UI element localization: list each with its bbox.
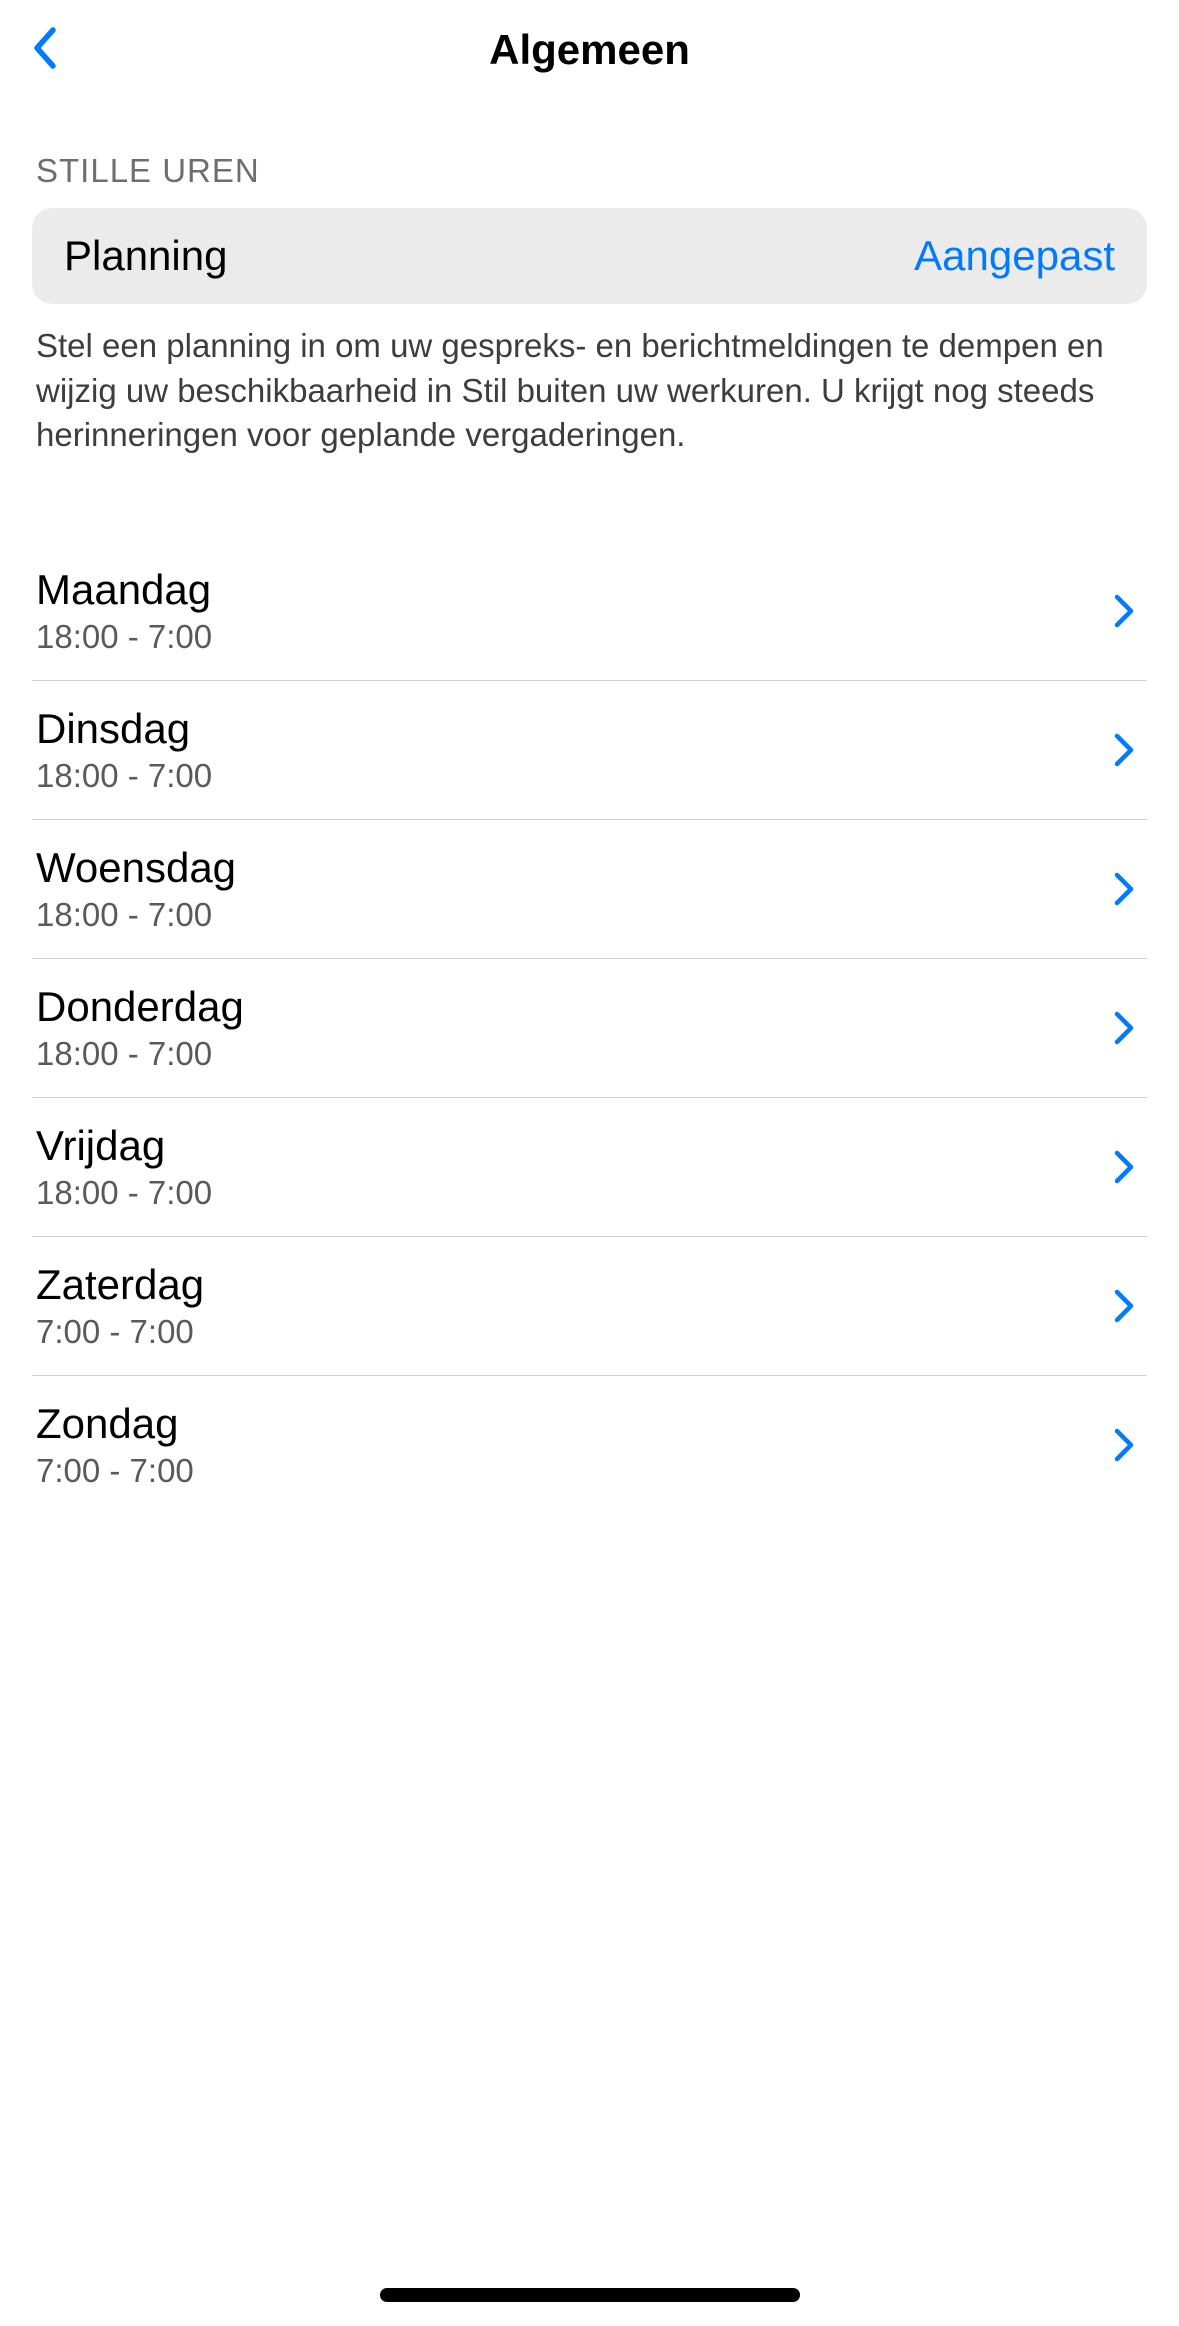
home-indicator — [380, 2288, 800, 2302]
day-row-tuesday[interactable]: Dinsdag 18:00 - 7:00 — [32, 681, 1147, 820]
day-info: Zondag 7:00 - 7:00 — [36, 1400, 194, 1490]
header: Algemeen — [0, 0, 1179, 100]
day-row-wednesday[interactable]: Woensdag 18:00 - 7:00 — [32, 820, 1147, 959]
day-name: Dinsdag — [36, 705, 212, 753]
day-info: Zaterdag 7:00 - 7:00 — [36, 1261, 204, 1351]
day-row-monday[interactable]: Maandag 18:00 - 7:00 — [32, 542, 1147, 681]
day-name: Donderdag — [36, 983, 244, 1031]
day-time: 18:00 - 7:00 — [36, 1035, 244, 1073]
back-button[interactable] — [24, 28, 68, 72]
day-name: Vrijdag — [36, 1122, 212, 1170]
chevron-left-icon — [31, 26, 61, 75]
section-description: Stel een planning in om uw gespreks- en … — [36, 324, 1107, 458]
days-list: Maandag 18:00 - 7:00 Dinsdag 18:00 - 7:0… — [32, 542, 1147, 1514]
page-title: Algemeen — [489, 26, 690, 74]
day-row-thursday[interactable]: Donderdag 18:00 - 7:00 — [32, 959, 1147, 1098]
day-name: Maandag — [36, 566, 212, 614]
day-time: 18:00 - 7:00 — [36, 896, 236, 934]
day-info: Maandag 18:00 - 7:00 — [36, 566, 212, 656]
day-time: 18:00 - 7:00 — [36, 1174, 212, 1212]
day-time: 18:00 - 7:00 — [36, 618, 212, 656]
day-name: Woensdag — [36, 844, 236, 892]
chevron-right-icon — [1113, 1010, 1135, 1046]
chevron-right-icon — [1113, 1149, 1135, 1185]
day-name: Zaterdag — [36, 1261, 204, 1309]
day-info: Donderdag 18:00 - 7:00 — [36, 983, 244, 1073]
section-header: STILLE UREN — [36, 152, 1147, 190]
day-info: Woensdag 18:00 - 7:00 — [36, 844, 236, 934]
day-name: Zondag — [36, 1400, 194, 1448]
planning-label: Planning — [64, 232, 227, 280]
chevron-right-icon — [1113, 1427, 1135, 1463]
chevron-right-icon — [1113, 593, 1135, 629]
chevron-right-icon — [1113, 1288, 1135, 1324]
day-row-saturday[interactable]: Zaterdag 7:00 - 7:00 — [32, 1237, 1147, 1376]
planning-row[interactable]: Planning Aangepast — [32, 208, 1147, 304]
day-time: 18:00 - 7:00 — [36, 757, 212, 795]
chevron-right-icon — [1113, 871, 1135, 907]
day-info: Vrijdag 18:00 - 7:00 — [36, 1122, 212, 1212]
day-info: Dinsdag 18:00 - 7:00 — [36, 705, 212, 795]
day-row-friday[interactable]: Vrijdag 18:00 - 7:00 — [32, 1098, 1147, 1237]
chevron-right-icon — [1113, 732, 1135, 768]
planning-value: Aangepast — [914, 232, 1115, 280]
day-row-sunday[interactable]: Zondag 7:00 - 7:00 — [32, 1376, 1147, 1514]
day-time: 7:00 - 7:00 — [36, 1313, 204, 1351]
day-time: 7:00 - 7:00 — [36, 1452, 194, 1490]
